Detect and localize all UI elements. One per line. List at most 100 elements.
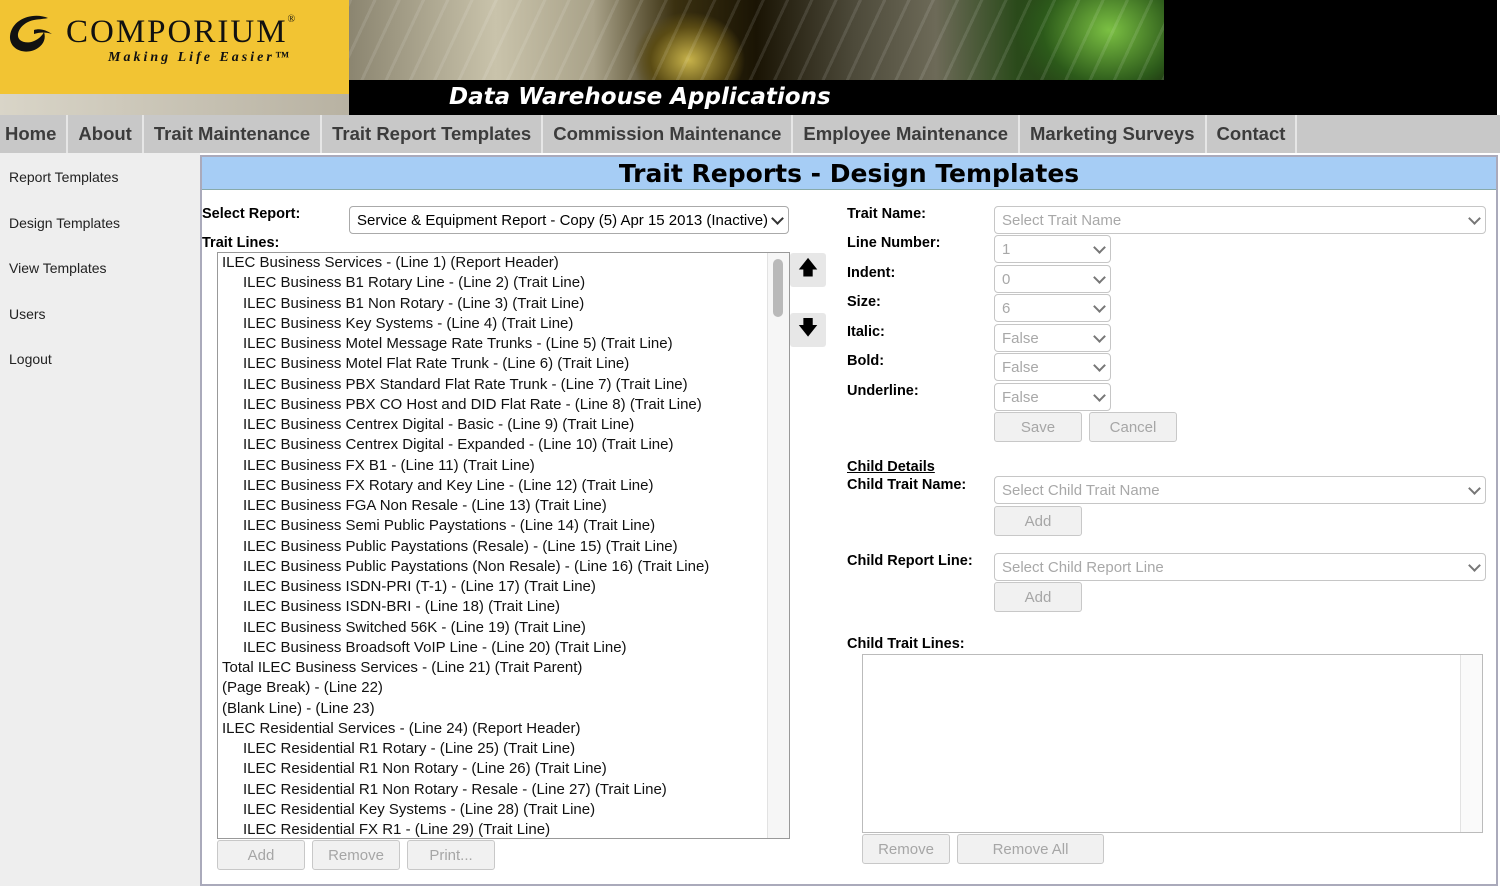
italic-value: False	[1002, 329, 1039, 347]
add-child-report-line-button[interactable]: Add	[994, 582, 1082, 612]
nav-marketing-surveys[interactable]: Marketing Surveys	[1020, 115, 1207, 153]
comporium-swirl-icon	[9, 15, 52, 52]
child-report-line-placeholder: Select Child Report Line	[1002, 558, 1164, 576]
chevron-down-icon	[1093, 389, 1106, 402]
trait-name-placeholder: Select Trait Name	[1002, 211, 1122, 229]
trait-line-item[interactable]: ILEC Residential R1 Non Rotary - (Line 2…	[218, 759, 766, 779]
select-report-value: Service & Equipment Report - Copy (5) Ap…	[357, 211, 769, 229]
indent-select[interactable]: 0	[994, 265, 1111, 293]
nav-trait-report-templates[interactable]: Trait Report Templates	[322, 115, 544, 153]
bold-select[interactable]: False	[994, 353, 1111, 381]
brand-name: COMPORIUM®	[66, 14, 298, 50]
add-child-trait-button[interactable]: Add	[994, 506, 1082, 536]
trait-line-item[interactable]: (Page Break) - (Line 22)	[218, 678, 766, 698]
logo[interactable]: COMPORIUM® Making Life Easier™	[0, 0, 349, 115]
trait-line-item[interactable]: ILEC Business FGA Non Resale - (Line 13)…	[218, 496, 766, 516]
child-trait-name-label: Child Trait Name:	[847, 477, 967, 493]
sidebar: Report Templates Design Templates View T…	[0, 153, 200, 886]
child-report-line-dropdown[interactable]: Select Child Report Line	[994, 553, 1486, 581]
sidebar-item-design-templates[interactable]: Design Templates	[9, 215, 120, 231]
save-button[interactable]: Save	[994, 412, 1082, 442]
move-down-button[interactable]: 🡇	[790, 313, 826, 347]
sidebar-item-view-templates[interactable]: View Templates	[9, 260, 107, 276]
trait-line-item[interactable]: ILEC Business ISDN-BRI - (Line 18) (Trai…	[218, 597, 766, 617]
indent-label: Indent:	[847, 265, 896, 281]
chevron-down-icon	[1093, 271, 1106, 284]
trait-lines-scrollbar[interactable]	[767, 253, 789, 838]
nav-contact[interactable]: Contact	[1207, 115, 1298, 153]
trait-line-item[interactable]: ILEC Business FX B1 - (Line 11) (Trait L…	[218, 456, 766, 476]
trait-line-item[interactable]: ILEC Business Key Systems - (Line 4) (Tr…	[218, 314, 766, 334]
trait-line-item[interactable]: (Blank Line) - (Line 23)	[218, 699, 766, 719]
chevron-down-icon	[1093, 241, 1106, 254]
nav-employee-maintenance[interactable]: Employee Maintenance	[793, 115, 1021, 153]
print-button[interactable]: Print...	[407, 840, 495, 870]
line-number-label: Line Number:	[847, 235, 941, 251]
trait-lines-items: ILEC Business Services - (Line 1) (Repor…	[218, 253, 766, 838]
move-up-button[interactable]: 🡅	[790, 253, 826, 287]
trait-line-item[interactable]: ILEC Business Centrex Digital - Basic - …	[218, 415, 766, 435]
trait-line-item[interactable]: Total ILEC Business Services - (Line 21)…	[218, 658, 766, 678]
trait-line-item[interactable]: ILEC Residential R1 Non Rotary - Resale …	[218, 780, 766, 800]
remove-child-button[interactable]: Remove	[862, 834, 950, 864]
trait-line-item[interactable]: ILEC Business Public Paystations (Non Re…	[218, 557, 766, 577]
remove-trait-line-button[interactable]: Remove	[312, 840, 400, 870]
bold-label: Bold:	[847, 353, 885, 369]
arrow-up-icon: 🡅	[797, 257, 819, 279]
child-trait-name-placeholder: Select Child Trait Name	[1002, 481, 1160, 499]
line-number-select[interactable]: 1	[994, 235, 1111, 263]
child-trait-lines-scrollbar[interactable]	[1460, 655, 1482, 832]
nav-trait-maintenance[interactable]: Trait Maintenance	[144, 115, 323, 153]
trait-line-item[interactable]: ILEC Business Switched 56K - (Line 19) (…	[218, 618, 766, 638]
underline-select[interactable]: False	[994, 383, 1111, 411]
child-trait-name-dropdown[interactable]: Select Child Trait Name	[994, 476, 1486, 504]
child-trait-lines-label: Child Trait Lines:	[847, 636, 965, 652]
line-number-value: 1	[1002, 240, 1011, 258]
nav-home[interactable]: Home	[0, 115, 69, 153]
sidebar-item-logout[interactable]: Logout	[9, 351, 52, 367]
trait-line-item[interactable]: ILEC Business Semi Public Paystations - …	[218, 516, 766, 536]
trait-lines-listbox[interactable]: ILEC Business Services - (Line 1) (Repor…	[217, 252, 790, 839]
indent-value: 0	[1002, 270, 1011, 288]
trait-line-item[interactable]: ILEC Business PBX CO Host and DID Flat R…	[218, 395, 766, 415]
trait-line-item[interactable]: ILEC Residential Services - (Line 24) (R…	[218, 719, 766, 739]
trait-line-item[interactable]: ILEC Business FX Rotary and Key Line - (…	[218, 476, 766, 496]
trait-line-item[interactable]: ILEC Residential Key Systems - (Line 28)…	[218, 800, 766, 820]
header-banner: COMPORIUM® Making Life Easier™ Data Ware…	[0, 0, 1497, 115]
sidebar-item-report-templates[interactable]: Report Templates	[9, 169, 118, 185]
trait-line-item[interactable]: ILEC Business ISDN-PRI (T-1) - (Line 17)…	[218, 577, 766, 597]
remove-all-child-button[interactable]: Remove All	[957, 834, 1104, 864]
size-select[interactable]: 6	[994, 294, 1111, 322]
main-panel: Trait Reports - Design Templates Select …	[200, 155, 1498, 886]
banner-title: Data Warehouse Applications	[449, 84, 831, 110]
chevron-down-icon	[1468, 482, 1481, 495]
size-value: 6	[1002, 299, 1011, 317]
trait-line-item[interactable]: ILEC Business Motel Flat Rate Trunk - (L…	[218, 354, 766, 374]
trait-line-item[interactable]: ILEC Residential FX R1 - (Line 29) (Trai…	[218, 820, 766, 838]
nav-commission-maintenance[interactable]: Commission Maintenance	[543, 115, 794, 153]
select-report-dropdown[interactable]: Service & Equipment Report - Copy (5) Ap…	[349, 206, 789, 234]
size-label: Size:	[847, 294, 881, 310]
brand-tagline: Making Life Easier™	[108, 50, 292, 65]
trait-line-item[interactable]: ILEC Business B1 Non Rotary - (Line 3) (…	[218, 294, 766, 314]
logo-base-strip	[0, 94, 349, 115]
nav-about[interactable]: About	[68, 115, 144, 153]
cancel-button[interactable]: Cancel	[1089, 412, 1177, 442]
trait-line-item[interactable]: ILEC Business PBX Standard Flat Rate Tru…	[218, 375, 766, 395]
trait-line-item[interactable]: ILEC Business B1 Rotary Line - (Line 2) …	[218, 273, 766, 293]
trait-line-item[interactable]: ILEC Business Motel Message Rate Trunks …	[218, 334, 766, 354]
trait-name-dropdown[interactable]: Select Trait Name	[994, 206, 1486, 234]
trait-line-item[interactable]: ILEC Business Broadsoft VoIP Line - (Lin…	[218, 638, 766, 658]
scrollbar-thumb[interactable]	[773, 259, 783, 317]
add-trait-line-button[interactable]: Add	[217, 840, 305, 870]
trait-lines-label: Trait Lines:	[202, 235, 280, 251]
italic-select[interactable]: False	[994, 324, 1111, 352]
select-report-label: Select Report:	[202, 206, 301, 222]
trait-line-item[interactable]: ILEC Residential R1 Rotary - (Line 25) (…	[218, 739, 766, 759]
sidebar-item-users[interactable]: Users	[9, 306, 46, 322]
trait-line-item[interactable]: ILEC Business Public Paystations (Resale…	[218, 537, 766, 557]
trait-line-item[interactable]: ILEC Business Services - (Line 1) (Repor…	[218, 253, 766, 273]
child-trait-lines-listbox[interactable]	[862, 654, 1483, 833]
underline-label: Underline:	[847, 383, 919, 399]
trait-line-item[interactable]: ILEC Business Centrex Digital - Expanded…	[218, 435, 766, 455]
